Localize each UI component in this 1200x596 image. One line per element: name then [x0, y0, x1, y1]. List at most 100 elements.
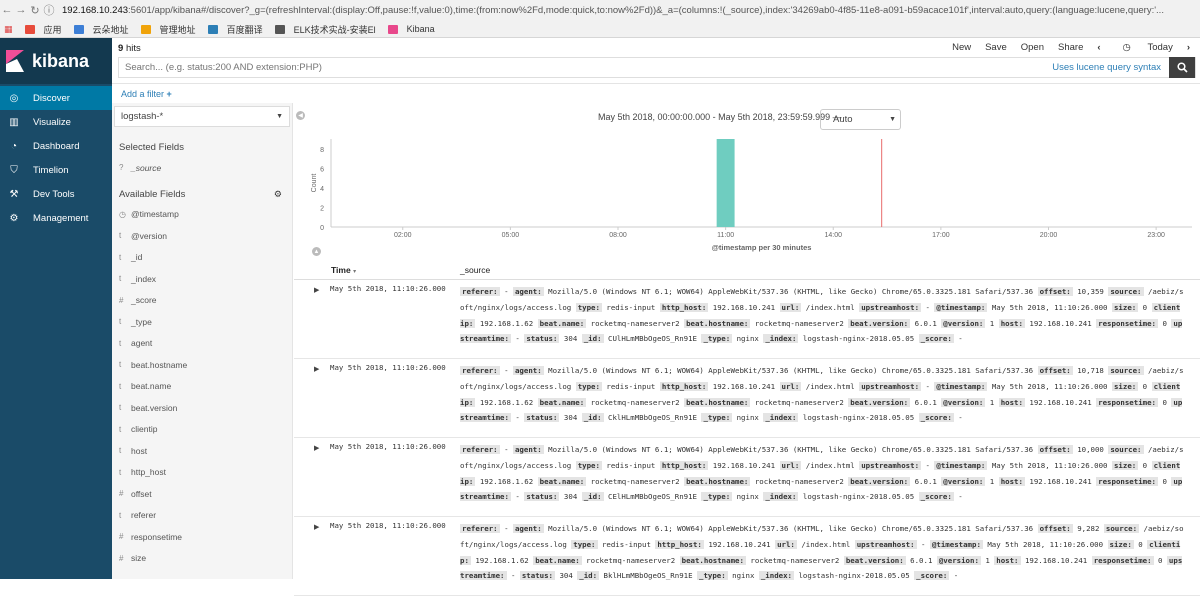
- field-item[interactable]: t beat.version: [112, 397, 292, 419]
- nav-item-timelion[interactable]: ⛉ Timelion: [0, 158, 112, 182]
- field-item[interactable]: t _id: [112, 247, 292, 269]
- field-list-panel: logstash-* ▼ Selected Fields ? _source Av…: [112, 103, 293, 579]
- table-row[interactable]: ▶ May 5th 2018, 11:10:26.000 referer: - ag…: [294, 438, 1200, 517]
- chevron-right-icon[interactable]: ›: [1187, 42, 1190, 53]
- source-field-value: -: [504, 287, 509, 296]
- expand-row-icon[interactable]: ▶: [314, 365, 319, 373]
- field-item[interactable]: ? _source: [112, 157, 292, 179]
- source-field-value: 1: [985, 555, 990, 565]
- source-field-key: agent:: [512, 524, 544, 533]
- nav-item-dev-tools[interactable]: ⚒ Dev Tools: [0, 182, 112, 206]
- field-item[interactable]: t agent: [112, 333, 292, 355]
- index-pattern-select[interactable]: logstash-* ▼: [114, 106, 290, 127]
- gear-icon[interactable]: ⚙: [274, 189, 282, 200]
- save-button[interactable]: Save: [985, 42, 1007, 53]
- expand-row-icon[interactable]: ▶: [314, 444, 319, 452]
- table-row[interactable]: ▶ May 5th 2018, 11:10:26.000 referer: - ag…: [294, 517, 1200, 596]
- y-tick-label: 2: [320, 205, 324, 212]
- source-field-key: type:: [571, 539, 598, 549]
- source-field-key: size:: [1111, 460, 1139, 470]
- source-field-value: May 5th 2018, 11:10:26.000: [991, 302, 1108, 312]
- field-item[interactable]: # responsetime: [112, 526, 292, 548]
- field-name: offset: [131, 488, 152, 499]
- timepicker-button[interactable]: ◷ Today: [1109, 42, 1173, 53]
- source-field-key: beat.version:: [848, 318, 911, 328]
- field-name: referer: [131, 510, 157, 521]
- lucene-syntax-link[interactable]: Uses lucene query syntax: [1052, 62, 1161, 73]
- apps-grid-icon[interactable]: ▦: [4, 24, 13, 35]
- field-item[interactable]: # offset: [112, 483, 292, 505]
- source-field-value: -: [515, 413, 520, 423]
- field-item[interactable]: t _index: [112, 268, 292, 290]
- info-icon[interactable]: ⓘ: [42, 2, 56, 18]
- source-field-value: 6.0.1: [914, 476, 937, 486]
- bookmark-label: Kibana: [406, 24, 435, 34]
- nav-item-label: Dev Tools: [33, 188, 75, 200]
- bookmark-item[interactable]: 百度翻译: [202, 23, 263, 36]
- field-item[interactable]: # size: [112, 548, 292, 570]
- source-field-value: 192.168.10.241: [712, 302, 776, 312]
- available-fields-header: Available Fields ⚙: [119, 189, 292, 200]
- bookmark-item[interactable]: 应用: [19, 23, 62, 36]
- bookmark-item[interactable]: 云朵地址: [68, 23, 129, 36]
- field-item[interactable]: t http_host: [112, 462, 292, 484]
- chevron-left-icon[interactable]: ‹: [1097, 42, 1100, 53]
- field-item[interactable]: t @version: [112, 225, 292, 247]
- add-filter-button[interactable]: Add a filter +: [121, 89, 172, 99]
- source-field-key: _score:: [918, 334, 954, 344]
- source-field-key: type:: [575, 302, 602, 312]
- source-field-key: beat.version:: [848, 397, 911, 407]
- expand-row-icon[interactable]: ▶: [314, 286, 319, 294]
- histogram-bar[interactable]: [716, 139, 735, 227]
- clock-icon: ◷: [1122, 42, 1131, 53]
- nav-item-dashboard[interactable]: ◔ Dashboard: [0, 134, 112, 158]
- reload-icon[interactable]: ↻: [28, 4, 42, 17]
- kibana-logo[interactable]: kibana: [0, 38, 112, 84]
- share-button[interactable]: Share: [1058, 42, 1083, 53]
- toggle-chart-icon[interactable]: ▲: [312, 247, 321, 256]
- source-field-key: type:: [575, 381, 602, 391]
- histogram-chart: 0 2 4 6 8 02:00 05:00 08:00 11:00 14:00 17:00 20:00…: [311, 139, 1192, 252]
- search-input[interactable]: [119, 62, 1053, 73]
- back-arrow-icon[interactable]: ←: [0, 4, 14, 16]
- source-field-value: 10,718: [1077, 366, 1104, 375]
- field-item[interactable]: t _type: [112, 311, 292, 333]
- x-tick-label: 05:00: [502, 232, 520, 239]
- table-row[interactable]: ▶ May 5th 2018, 11:10:26.000 referer: - ag…: [294, 359, 1200, 438]
- bookmark-item[interactable]: ELK技术实战-安装El: [269, 23, 376, 36]
- search-button[interactable]: [1169, 57, 1195, 78]
- field-item[interactable]: t clientip: [112, 419, 292, 441]
- bookmark-item[interactable]: Kibana: [382, 24, 435, 34]
- table-row[interactable]: ▶ May 5th 2018, 11:10:26.000 referer: - ag…: [294, 280, 1200, 359]
- new-button[interactable]: New: [952, 42, 971, 53]
- nav-item-visualize[interactable]: ▥ Visualize: [0, 110, 112, 134]
- field-item[interactable]: ◷ @timestamp: [112, 204, 292, 226]
- field-item[interactable]: # _score: [112, 290, 292, 312]
- source-field-key: agent:: [512, 287, 544, 296]
- source-field-value: 0: [1162, 397, 1167, 407]
- source-field-value: 0: [1138, 539, 1143, 549]
- source-field-key: _type:: [697, 571, 728, 581]
- source-field-value: -: [510, 571, 516, 581]
- field-item[interactable]: t beat.hostname: [112, 354, 292, 376]
- url-field[interactable]: 192.168.10.243:5601/app/kibana#/discover…: [62, 5, 1182, 16]
- expand-row-icon[interactable]: ▶: [314, 523, 319, 531]
- forward-arrow-icon[interactable]: →: [14, 4, 28, 16]
- available-fields-title: Available Fields: [119, 188, 186, 200]
- open-button[interactable]: Open: [1021, 42, 1044, 53]
- field-name: _type: [131, 316, 152, 327]
- nav-item-discover[interactable]: ◎ Discover: [0, 86, 112, 110]
- field-item[interactable]: t referer: [112, 505, 292, 527]
- y-tick-label: 4: [320, 186, 324, 193]
- source-field-value: 0: [1162, 318, 1167, 328]
- source-field-key: @version:: [941, 397, 986, 407]
- field-item[interactable]: t beat.name: [112, 376, 292, 398]
- time-column-header[interactable]: Time ▾: [331, 265, 356, 275]
- source-field-value: /index.html: [805, 460, 855, 470]
- source-field-value: rocketmq-nameserver2: [590, 397, 680, 407]
- source-field-value: logstash-nginx-2018.05.05: [802, 492, 915, 502]
- field-item[interactable]: t host: [112, 440, 292, 462]
- source-field-key: upstreamhost:: [859, 460, 922, 470]
- bookmark-item[interactable]: 管理地址: [135, 23, 196, 36]
- nav-item-management[interactable]: ⚙ Management: [0, 206, 112, 230]
